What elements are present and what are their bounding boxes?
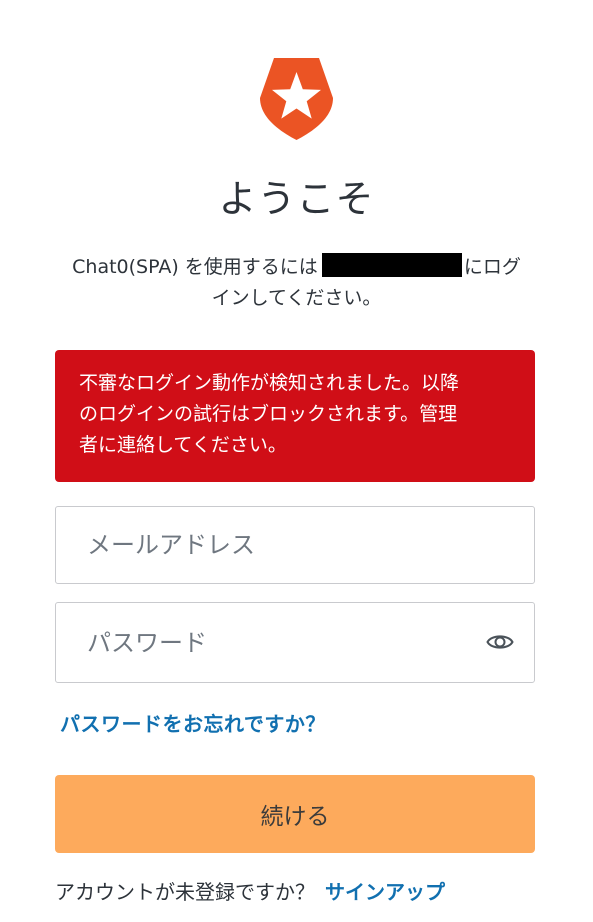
forgot-password-link[interactable]: パスワードをお忘れですか？: [60, 708, 326, 737]
signup-row: アカウントが未登録ですか？ サインアップ: [55, 876, 445, 905]
email-input[interactable]: [87, 507, 467, 583]
subtitle-text-before: Chat0(SPA) を使用するには: [72, 256, 318, 278]
alert-line: のログインの試行はブロックされます。管理: [79, 403, 458, 425]
shield-star-logo: [260, 58, 333, 140]
continue-button[interactable]: 続ける: [55, 775, 535, 853]
error-alert: 不審なログイン動作が検知されました。以降 のログインの試行はブロックされます。管…: [55, 350, 535, 482]
alert-line: 者に連絡してください。: [79, 434, 287, 456]
email-field-container: [55, 506, 535, 584]
alert-line: 不審なログイン動作が検知されました。以降: [79, 372, 460, 394]
signup-link[interactable]: サインアップ: [325, 880, 445, 904]
login-instructions: Chat0(SPA) を使用するには にログインしてください。: [40, 252, 553, 314]
subtitle-text-line2: インしてください。: [211, 287, 382, 309]
subtitle-text-after: にログ: [463, 256, 521, 278]
page-title: ようこそ: [218, 177, 375, 221]
eye-icon[interactable]: [486, 630, 514, 654]
password-field-container: [55, 602, 535, 683]
redacted-block: [321, 253, 462, 277]
password-input[interactable]: [87, 603, 467, 682]
signup-prompt: アカウントが未登録ですか？: [55, 880, 315, 904]
